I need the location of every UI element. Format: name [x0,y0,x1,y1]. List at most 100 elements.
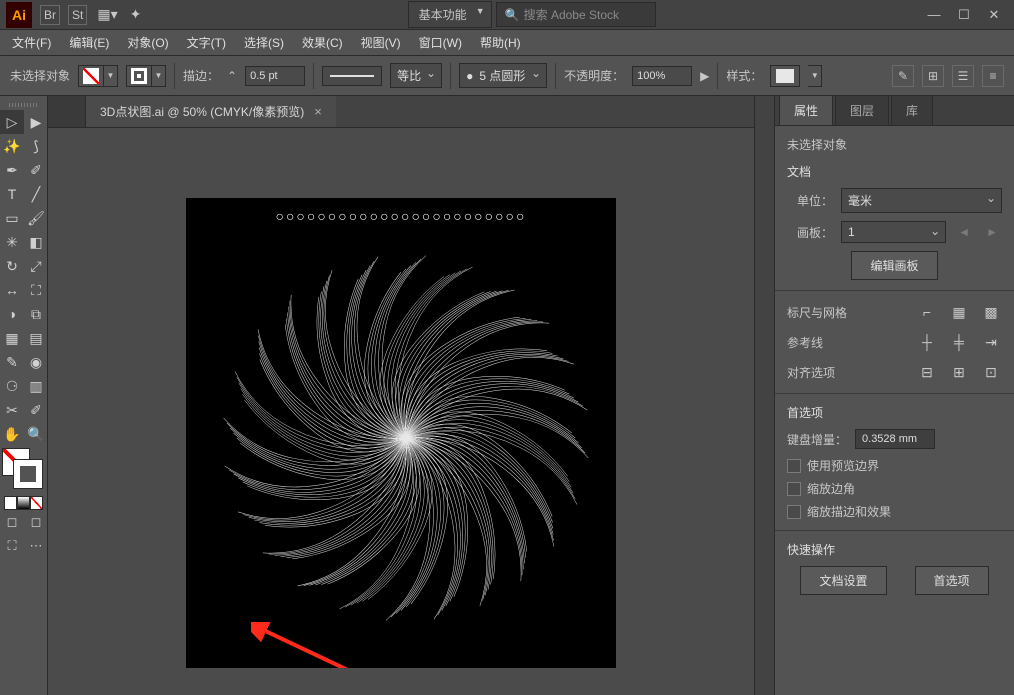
tab-layers[interactable]: 图层 [835,95,889,125]
shape-builder-tool[interactable]: ◑ [0,302,24,326]
preferences-button[interactable]: 首选项 [915,566,989,595]
magic-wand-tool[interactable]: ✨ [0,134,24,158]
mesh-tool[interactable]: ▦ [0,326,24,350]
free-transform-tool[interactable]: ⛶ [24,278,48,302]
stroke-profile[interactable] [322,66,382,86]
menu-file[interactable]: 文件(F) [4,30,59,55]
opacity-input[interactable] [632,66,692,86]
paintbrush-tool[interactable]: 🖌 [24,206,48,230]
snap-grid-icon[interactable]: ⊡ [980,361,1002,383]
menu-edit[interactable]: 编辑(E) [61,30,117,55]
eraser-tool[interactable]: ◧ [24,230,48,254]
gradient-mode-swatch[interactable] [17,496,30,510]
perspective-tool[interactable]: ⧉ [24,302,48,326]
rotate-tool[interactable]: ↻ [0,254,24,278]
scale-tool[interactable]: ⤢ [24,254,48,278]
prefs-icon[interactable]: ⊞ [922,65,944,87]
scale-strokes-checkbox[interactable] [787,505,801,519]
opacity-arrow[interactable]: ▶ [700,69,709,83]
menu-object[interactable]: 对象(O) [119,30,176,55]
unit-select[interactable]: 毫米 [841,188,1002,213]
line-tool[interactable]: ╱ [24,182,48,206]
fill-swatch[interactable] [78,65,104,87]
panel-menu-icon[interactable]: ≡ [982,65,1004,87]
selection-tool[interactable]: ▷ [0,110,24,134]
tab-libraries[interactable]: 库 [891,95,933,125]
ruler-icon[interactable]: ⌐ [916,301,938,323]
curvature-tool[interactable]: ✐ [24,158,48,182]
eyedropper-tool[interactable]: ✎ [0,350,24,374]
guides-show-icon[interactable]: ┼ [916,331,938,353]
width-tool[interactable]: ↔ [0,278,24,302]
artboard-prev[interactable]: ◄ [954,225,974,239]
variable-width-profile[interactable]: 等比 [390,63,442,88]
menu-effect[interactable]: 效果(C) [294,30,351,55]
none-mode-swatch[interactable] [30,496,43,510]
blend-tool[interactable]: ◉ [24,350,48,374]
guides-lock-icon[interactable]: ╪ [948,331,970,353]
symbol-sprayer-tool[interactable]: ⚆ [0,374,24,398]
stroke-indicator[interactable] [14,460,42,488]
menu-type[interactable]: 文字(T) [179,30,234,55]
gpu-icon[interactable]: ✦ [128,4,144,25]
grid-icon[interactable]: ▦ [948,301,970,323]
canvas-viewport[interactable]: ○○○○○○○○○○○○○○○○○○○○○○○○ [48,128,754,695]
stock-search-input[interactable]: 🔍 搜索 Adobe Stock [496,2,656,27]
draw-mode-normal[interactable]: ◻ [0,510,24,534]
bridge-icon[interactable]: Br [40,5,60,25]
menu-help[interactable]: 帮助(H) [472,30,529,55]
type-tool[interactable]: T [0,182,24,206]
tab-properties[interactable]: 属性 [779,95,833,125]
key-increment-input[interactable] [855,429,935,449]
draw-mode-behind[interactable]: ◻ [24,510,48,534]
menu-select[interactable]: 选择(S) [236,30,292,55]
stroke-swatch[interactable] [126,65,152,87]
edit-artboard-button[interactable]: 编辑画板 [851,251,937,280]
menu-view[interactable]: 视图(V) [353,30,409,55]
fill-swatch-drop[interactable]: ▼ [104,65,118,87]
hand-tool[interactable]: ✋ [0,422,24,446]
transparency-grid-icon[interactable]: ▩ [980,301,1002,323]
document-setup-button[interactable]: 文档设置 [800,566,886,595]
column-graph-tool[interactable]: ▥ [24,374,48,398]
artboard-next[interactable]: ► [982,225,1002,239]
scale-corners-checkbox[interactable] [787,482,801,496]
snap-pixel-icon[interactable]: ⊟ [916,361,938,383]
document-tab-close[interactable]: × [314,104,322,119]
smart-guides-icon[interactable]: ⇥ [980,331,1002,353]
panel-dock-strip[interactable] [755,96,775,695]
stroke-weight-input[interactable] [245,66,305,86]
preview-bounds-checkbox[interactable] [787,459,801,473]
shaper-tool[interactable]: ✳ [0,230,24,254]
workspace-switcher[interactable]: 基本功能 [408,1,492,28]
snap-point-icon[interactable]: ⊞ [948,361,970,383]
menu-window[interactable]: 窗口(W) [411,30,470,55]
direct-selection-tool[interactable]: ▶ [24,110,48,134]
align-icon[interactable]: ☰ [952,65,974,87]
stroke-decrease[interactable]: ⌃ [227,69,237,83]
brush-definition[interactable]: ●5 点圆形 [459,63,547,88]
maximize-button[interactable]: ☐ [950,5,978,25]
fill-stroke-indicator[interactable] [0,446,47,496]
slice-tool[interactable]: ✐ [24,398,48,422]
color-mode-swatch[interactable] [4,496,17,510]
toolbox-grip[interactable] [0,100,47,110]
minimize-button[interactable]: ― [920,5,948,25]
lasso-tool[interactable]: ⟆ [24,134,48,158]
pen-tool[interactable]: ✒ [0,158,24,182]
gradient-tool[interactable]: ▤ [24,326,48,350]
arrange-icon[interactable]: ▦▾ [95,4,119,25]
zoom-tool[interactable]: 🔍 [24,422,48,446]
document-tab[interactable]: 3D点状图.ai @ 50% (CMYK/像素预览) × [86,96,336,127]
graphic-style-drop[interactable]: ▼ [808,65,822,87]
artboard-select[interactable]: 1 [841,221,946,243]
stock-icon[interactable]: St [68,5,87,25]
graphic-style-swatch[interactable] [770,65,800,87]
close-button[interactable]: ✕ [980,5,1008,25]
artboard-tool[interactable]: ✂ [0,398,24,422]
screen-mode[interactable]: ⛶ [0,534,24,558]
edit-toolbar[interactable]: ⋯ [24,534,48,558]
stroke-swatch-drop[interactable]: ▼ [152,65,166,87]
doc-setup-icon[interactable]: ✎ [892,65,914,87]
rectangle-tool[interactable]: ▭ [0,206,24,230]
